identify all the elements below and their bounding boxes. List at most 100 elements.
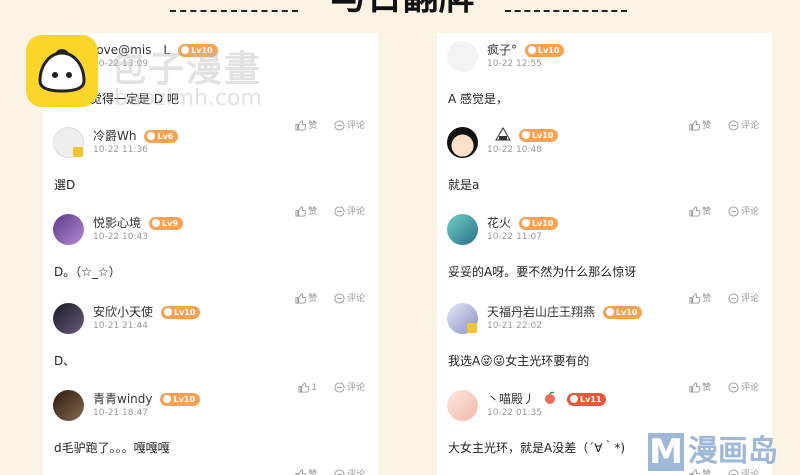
like-label: 赞 — [308, 294, 318, 304]
comment-text: 選D — [54, 178, 76, 192]
comment-time: 10-22 11:36 — [93, 145, 148, 155]
like-button[interactable]: 赞 — [689, 118, 711, 131]
like-button[interactable]: 赞 — [689, 291, 711, 304]
comment-actions: 赞 评论 — [675, 380, 759, 393]
username[interactable]: 悦影心境 — [93, 216, 141, 230]
like-button[interactable]: 赞 — [295, 118, 317, 131]
watermark-site-url: baozimh.com — [114, 86, 262, 111]
username[interactable]: 疯子° — [487, 43, 517, 57]
header-dash-left — [170, 10, 298, 12]
reply-label: 评论 — [346, 470, 365, 475]
brand-name: 漫画岛 — [688, 434, 778, 469]
avatar[interactable] — [447, 41, 478, 72]
comment-time: 10-21 21:44 — [93, 321, 148, 331]
reply-button[interactable]: 评论 — [334, 467, 365, 475]
thumb-up-icon — [295, 206, 307, 217]
thumb-up-icon — [295, 120, 307, 131]
onigiri-icon — [495, 127, 511, 141]
reply-label: 评论 — [740, 121, 759, 131]
baozi-logo — [26, 35, 98, 107]
level-face-icon — [147, 132, 156, 140]
comment-actions: 赞 评论 — [281, 118, 365, 131]
comment-bubble-icon — [334, 293, 345, 304]
reply-label: 评论 — [346, 294, 365, 304]
level-label: Lv10 — [532, 131, 554, 140]
thumb-up-icon — [689, 382, 701, 393]
vip-badge — [467, 323, 477, 333]
comment-text: d毛驴跑了。。。嘎嘎嘎 — [54, 441, 170, 455]
level-label: Lv10 — [173, 395, 195, 404]
watermark-site-name: 包子漫畫 — [110, 49, 263, 90]
reply-label: 评论 — [346, 121, 365, 131]
reply-button[interactable]: 评论 — [728, 380, 759, 393]
avatar[interactable] — [53, 303, 84, 334]
comment-text: D、 — [54, 354, 76, 368]
avatar[interactable] — [447, 214, 478, 245]
level-label: Lv9 — [162, 219, 178, 228]
comment-actions: 赞 评论 — [281, 291, 365, 304]
like-button[interactable]: 赞 — [689, 204, 711, 217]
peach-icon — [543, 391, 559, 405]
reply-button[interactable]: 评论 — [728, 291, 759, 304]
level-label: Lv10 — [538, 46, 560, 55]
avatar[interactable] — [53, 214, 84, 245]
comment-actions: 赞 评论 — [281, 467, 365, 475]
username[interactable]: 丶喵殿丿 — [487, 392, 535, 406]
like-button[interactable]: 赞 — [295, 467, 317, 475]
comment-bubble-icon — [334, 382, 345, 393]
username[interactable]: 冷爵Wh — [93, 129, 136, 143]
level-label: Lv10 — [532, 219, 554, 228]
comment-text: 就是a — [448, 178, 480, 192]
like-label: 赞 — [702, 207, 712, 217]
comment-bubble-icon — [334, 120, 345, 131]
reply-label: 评论 — [346, 383, 365, 393]
reply-button[interactable]: 评论 — [728, 118, 759, 131]
reply-button[interactable]: 评论 — [334, 118, 365, 131]
username[interactable]: 青青windy — [93, 392, 152, 406]
thumb-up-icon — [298, 382, 310, 393]
level-face-icon — [522, 219, 531, 227]
comment-bubble-icon — [728, 206, 739, 217]
reply-button[interactable]: 评论 — [728, 204, 759, 217]
level-badge: Lv10 — [160, 393, 200, 406]
reply-button[interactable]: 评论 — [334, 204, 365, 217]
like-button[interactable]: 赞 — [295, 204, 317, 217]
comment-actions: 赞 评论 — [675, 204, 759, 217]
comment-bubble-icon — [334, 469, 345, 475]
like-button[interactable]: 1 — [298, 382, 317, 393]
like-button[interactable]: 赞 — [689, 380, 711, 393]
comment-time: 10-22 10:43 — [93, 232, 148, 242]
thumb-up-icon — [295, 469, 307, 475]
comment-actions: 赞 评论 — [281, 204, 365, 217]
reply-button[interactable]: 评论 — [334, 380, 365, 393]
username[interactable]: 花火 — [487, 216, 511, 230]
comment-column-right: 疯子° Lv10 10-22 12:55 A 感觉是， 赞 评论 Lv10 10-… — [437, 33, 772, 475]
thumb-up-icon — [689, 206, 701, 217]
comment-text: D。（☆_☆） — [54, 265, 121, 279]
level-badge: Lv9 — [149, 217, 183, 230]
reply-label: 评论 — [740, 294, 759, 304]
like-button[interactable]: 赞 — [295, 291, 317, 304]
comment-bubble-icon — [728, 293, 739, 304]
username[interactable]: 安欣小天使 — [93, 305, 153, 319]
thumb-up-icon — [689, 293, 701, 304]
like-label: 赞 — [702, 383, 712, 393]
reply-button[interactable]: 评论 — [334, 291, 365, 304]
username[interactable]: 天福丹岩山庄王翔燕 — [487, 305, 595, 319]
level-label: Lv10 — [174, 308, 196, 317]
level-label: Lv11 — [580, 395, 602, 404]
comment-actions: 赞 评论 — [675, 291, 759, 304]
level-face-icon — [570, 395, 579, 403]
level-label: Lv10 — [616, 308, 638, 317]
avatar[interactable] — [53, 390, 84, 421]
comment-actions: 赞 评论 — [675, 118, 759, 131]
like-count: 1 — [311, 383, 318, 393]
comment-time: 10-22 12:55 — [487, 59, 542, 69]
level-label: Lv6 — [157, 132, 174, 141]
brand-watermark: M 漫画岛 — [648, 433, 798, 471]
header-dash-right — [505, 10, 627, 12]
level-badge: Lv11 — [567, 393, 607, 406]
comment-actions: 1 评论 — [284, 380, 365, 393]
avatar[interactable] — [447, 127, 478, 158]
avatar[interactable] — [447, 390, 478, 421]
